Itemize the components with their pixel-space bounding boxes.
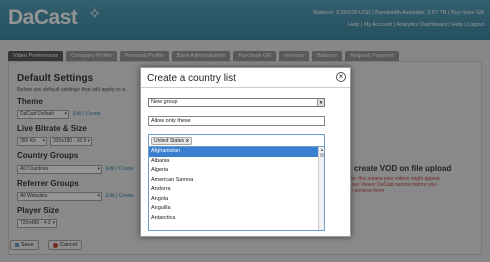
list-item[interactable]: Anguilla <box>149 204 324 214</box>
dropdown-scrollbar[interactable]: ▲ <box>318 147 324 230</box>
list-item[interactable]: Antarctica <box>149 214 324 224</box>
remove-tag-icon[interactable]: x <box>186 138 189 144</box>
scrollbar-thumb[interactable] <box>320 153 324 157</box>
group-select-value: New group <box>151 99 178 105</box>
country-tag-input[interactable]: United States x <box>148 134 325 147</box>
group-select[interactable]: New group ▼ <box>148 98 325 107</box>
dialog-title: Create a country list <box>147 73 236 84</box>
country-tag: United States x <box>151 137 192 145</box>
country-dropdown-list[interactable]: Afghanistan Albania Algeria American Sam… <box>148 147 325 231</box>
list-item[interactable]: Albania <box>149 157 324 167</box>
list-item[interactable]: Andorra <box>149 185 324 195</box>
close-icon[interactable]: × <box>336 72 346 82</box>
chevron-down-icon: ▼ <box>317 99 324 106</box>
create-country-list-dialog: Create a country list × New group ▼ Allo… <box>140 67 351 237</box>
dialog-divider <box>141 87 350 88</box>
list-item[interactable]: Afghanistan <box>149 147 324 157</box>
list-item[interactable]: Angola <box>149 195 324 205</box>
country-tag-label: United States <box>154 138 185 144</box>
allow-mode-field[interactable]: Allow only these <box>148 116 325 126</box>
scroll-up-icon[interactable]: ▲ <box>319 147 324 152</box>
list-item[interactable]: American Samoa <box>149 176 324 186</box>
list-item[interactable]: Algeria <box>149 166 324 176</box>
